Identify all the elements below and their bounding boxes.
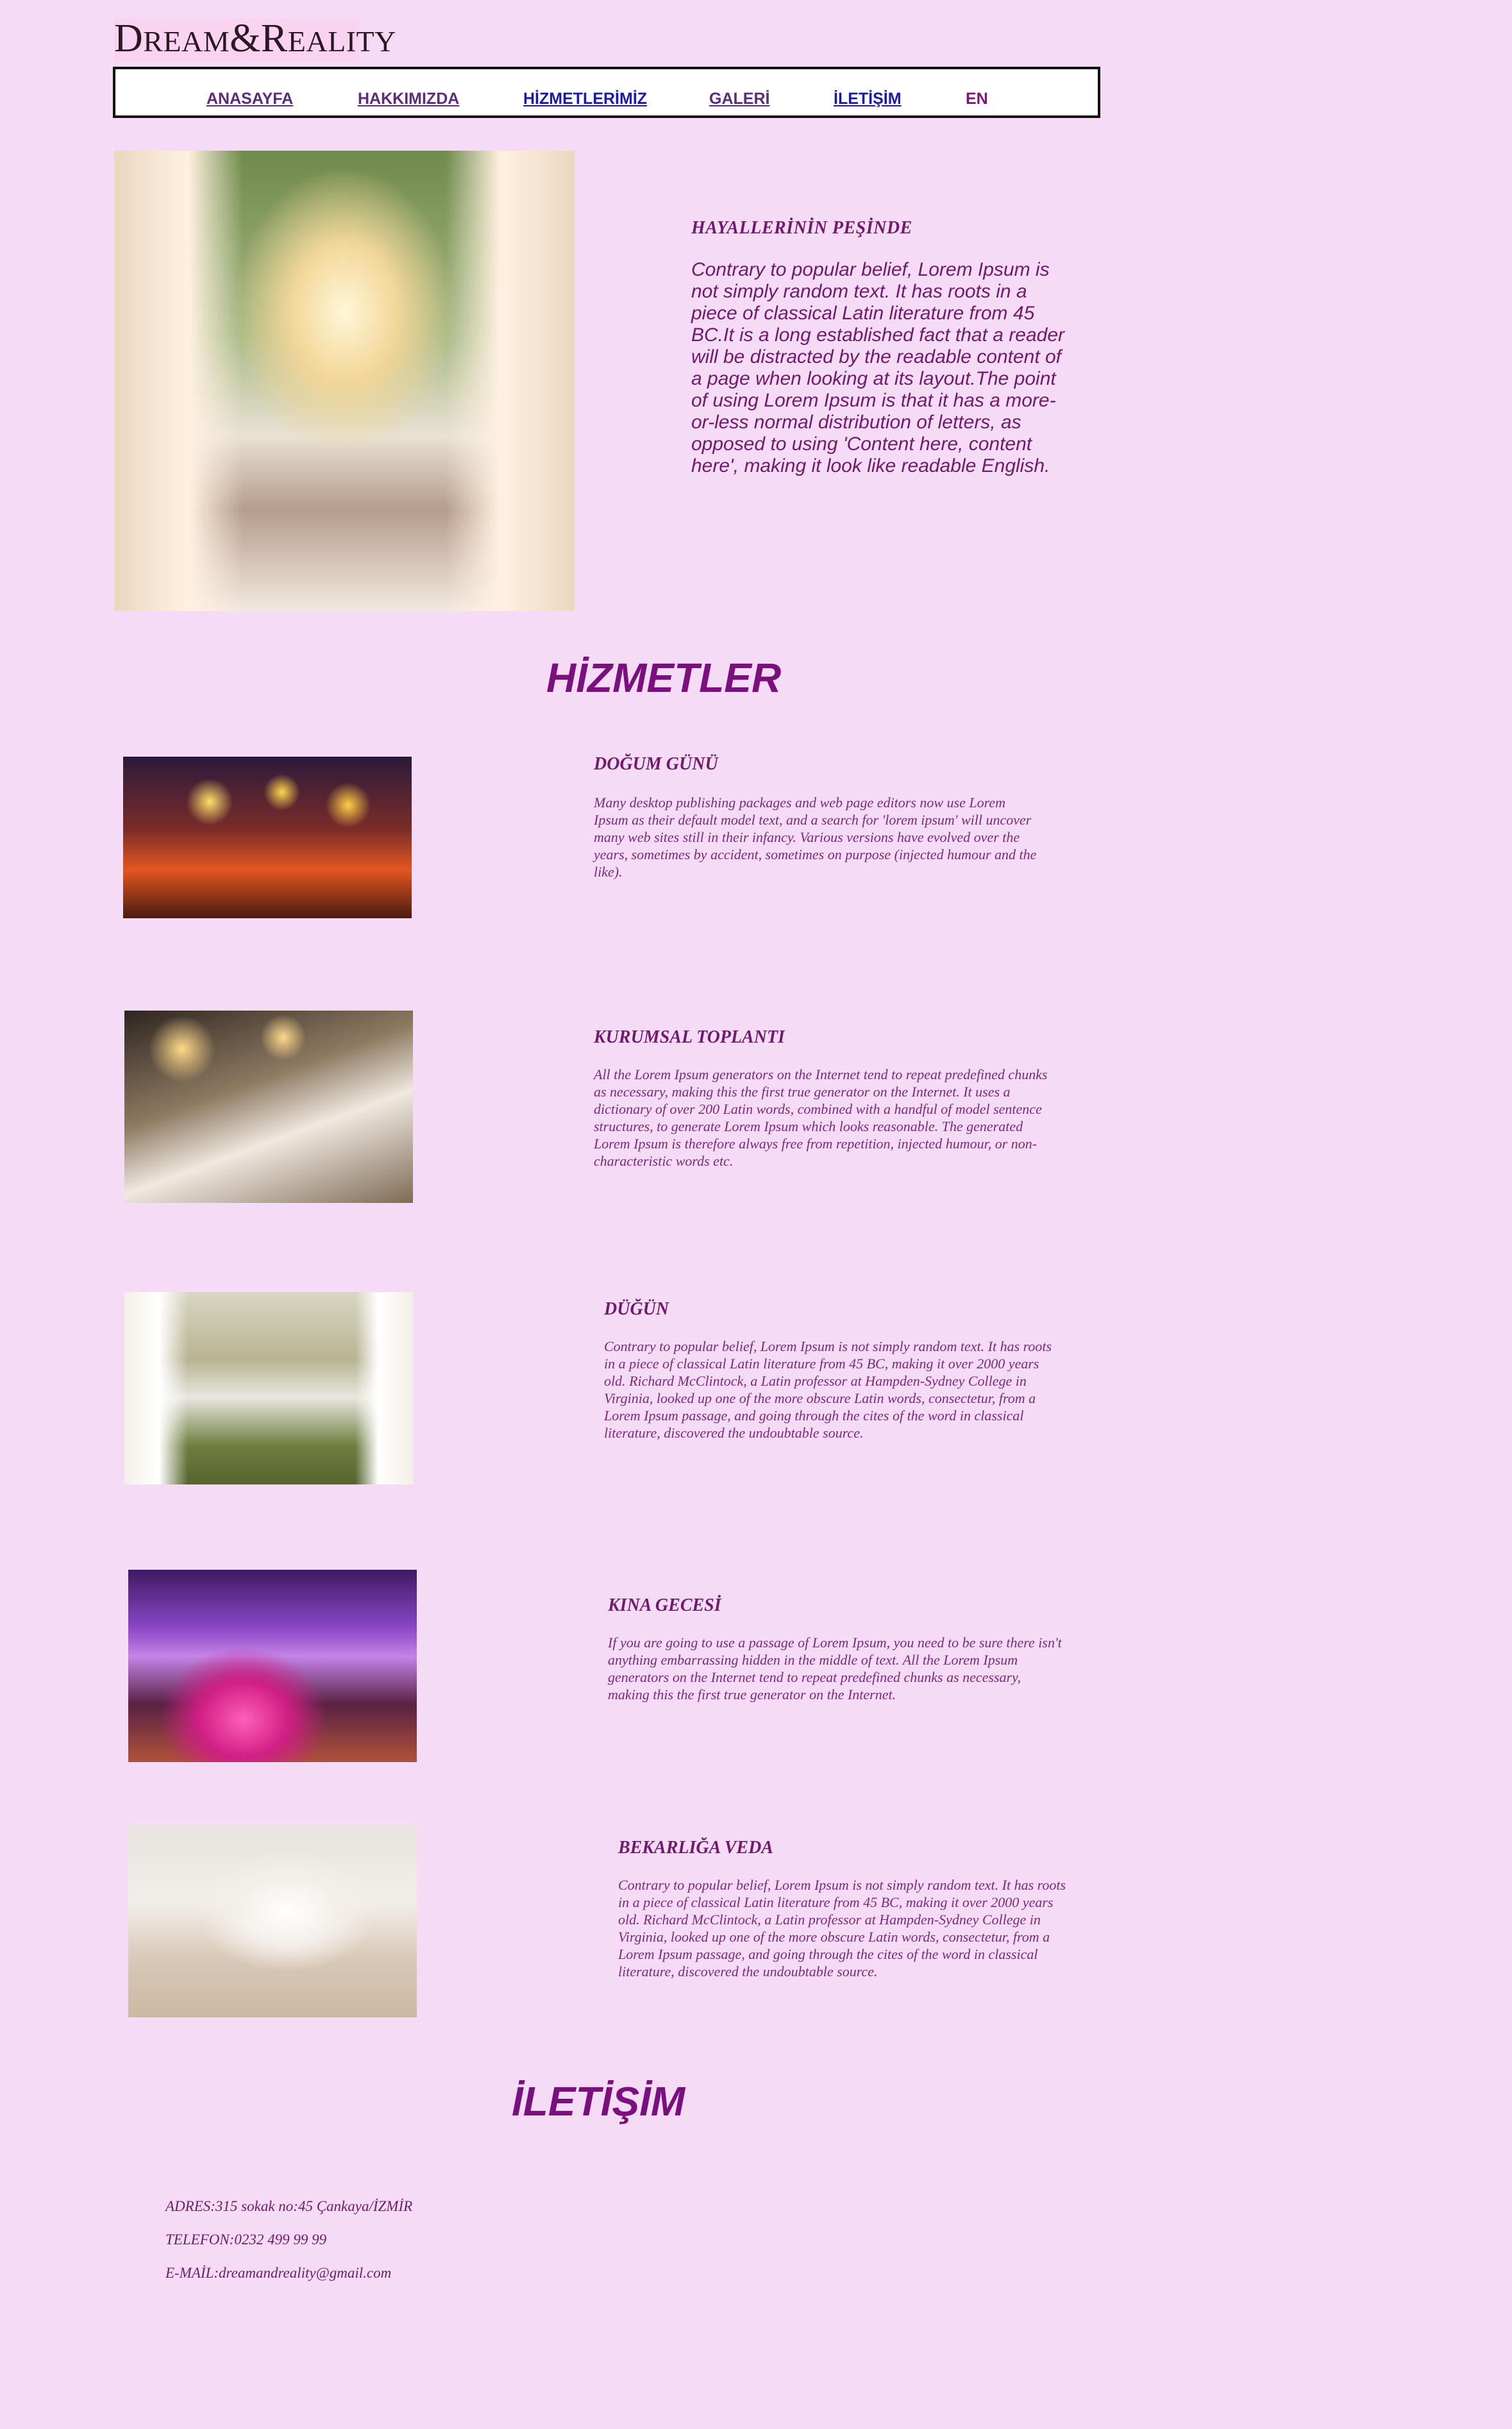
service-text-birthday: Many desktop publishing packages and web… <box>594 794 1037 880</box>
hero-image <box>114 151 575 611</box>
logo-ampersand: & <box>230 17 261 60</box>
service-text-meeting: All the Lorem Ipsum generators on the In… <box>594 1066 1048 1169</box>
nav-link-anasayfa[interactable]: ANASAYFA <box>206 90 293 108</box>
service-title-kina-night: KINA GECESİ <box>608 1595 721 1615</box>
site-logo[interactable]: DREAM&REALITY <box>114 17 396 62</box>
nav-link-en[interactable]: EN <box>966 90 988 108</box>
service-image-meeting <box>124 1011 413 1203</box>
service-text-bachelorette: Contrary to popular belief, Lorem Ipsum … <box>618 1877 1066 1979</box>
hero-heading: HAYALLERİNİN PEŞİNDE <box>691 218 912 238</box>
service-title-wedding: DÜĞÜN <box>604 1299 669 1319</box>
service-text-wedding: Contrary to popular belief, Lorem Ipsum … <box>604 1338 1052 1441</box>
nav-link-galeri[interactable]: GALERİ <box>709 90 769 108</box>
service-text-kina-night: If you are going to use a passage of Lor… <box>608 1635 1062 1702</box>
nav-link-hakkimizda[interactable]: HAKKIMIZDA <box>358 90 459 108</box>
service-title-birthday: DOĞUM GÜNÜ <box>594 754 718 774</box>
service-title-meeting: KURUMSAL TOPLANTI <box>594 1027 785 1047</box>
service-image-bachelorette <box>128 1825 417 2017</box>
logo-text-ream: REAM <box>143 25 230 58</box>
contact-address: ADRES:315 sokak no:45 Çankaya/İZMİR <box>165 2198 413 2214</box>
logo-letter-d: D <box>114 17 144 60</box>
main-navigation: ANASAYFA HAKKIMIZDA HİZMETLERİMİZ GALERİ… <box>113 67 1100 118</box>
logo-letter-r: R <box>260 17 288 60</box>
hero-body-text: Contrary to popular belief, Lorem Ipsum … <box>691 259 1064 476</box>
nav-link-iletisim[interactable]: İLETİŞİM <box>834 90 902 108</box>
service-title-bachelorette: BEKARLIĞA VEDA <box>618 1838 773 1858</box>
service-image-kina-night <box>128 1570 417 1762</box>
service-image-wedding <box>124 1292 413 1484</box>
services-section-title: HİZMETLER <box>546 655 782 701</box>
logo-text-eality: EALITY <box>287 25 396 58</box>
contact-section-title: İLETİŞİM <box>512 2078 685 2124</box>
service-image-birthday <box>123 757 412 918</box>
contact-email: E-MAİL:dreamandreality@gmail.com <box>165 2265 392 2281</box>
nav-link-hizmetlerimiz[interactable]: HİZMETLERİMİZ <box>523 90 647 108</box>
contact-phone: TELEFON:0232 499 99 99 <box>165 2231 327 2248</box>
